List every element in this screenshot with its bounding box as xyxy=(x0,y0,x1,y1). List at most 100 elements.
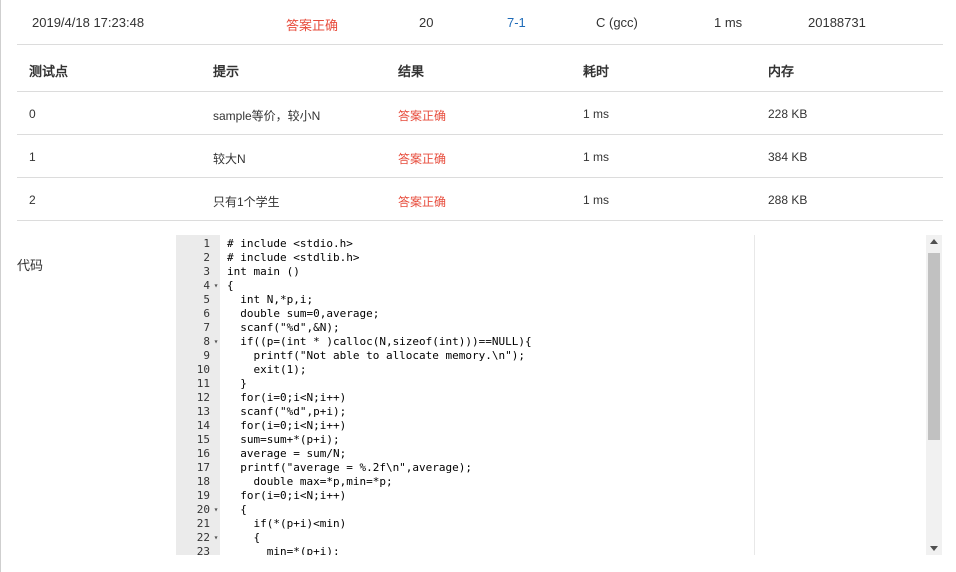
code-text: for(i=0;i<N;i++) xyxy=(227,419,347,432)
line-number: 22 xyxy=(196,531,210,544)
testcase-id: 0 xyxy=(29,107,36,121)
fold-toggle-icon[interactable]: ▾ xyxy=(212,531,220,545)
testcase-memory: 384 KB xyxy=(768,150,808,164)
user-id: 20188731 xyxy=(808,15,866,30)
divider xyxy=(17,44,943,45)
line-number: 23 xyxy=(196,545,210,555)
testcase-result: 答案正确 xyxy=(398,109,447,123)
line-number: 17 xyxy=(196,461,210,474)
code-line: 11 } xyxy=(176,377,756,391)
testcase-hint: 只有1个学生 xyxy=(213,195,280,209)
code-text: sum=sum+*(p+i); xyxy=(227,433,340,446)
line-number: 14 xyxy=(196,419,210,432)
testcase-result: 答案正确 xyxy=(398,152,447,166)
testcase-time: 1 ms xyxy=(583,150,610,164)
status-text: 答案正确 xyxy=(286,18,339,33)
line-number: 20 xyxy=(196,503,210,516)
code-text: for(i=0;i<N;i++) xyxy=(227,391,347,404)
testcase-hint: sample等价，较小N xyxy=(213,109,321,123)
score: 20 xyxy=(419,15,434,30)
testcase-memory: 288 KB xyxy=(768,193,808,207)
header-memory: 内存 xyxy=(768,64,795,79)
code-line: 14 for(i=0;i<N;i++) xyxy=(176,419,756,433)
code-text: exit(1); xyxy=(227,363,307,376)
code-line: 18 double max=*p,min=*p; xyxy=(176,475,756,489)
code-text: # include <stdlib.h> xyxy=(227,251,360,264)
fold-toggle-icon[interactable]: ▾ xyxy=(212,335,220,349)
code-line: 4 ▾ { xyxy=(176,279,756,293)
code-line: 10 exit(1); xyxy=(176,363,756,377)
line-number: 13 xyxy=(196,405,210,418)
problem-link[interactable]: 7-1 xyxy=(507,15,526,30)
divider xyxy=(17,91,943,92)
code-line: 16 average = sum/N; xyxy=(176,447,756,461)
header-result: 结果 xyxy=(398,64,425,79)
code-editor[interactable]: 1 # include <stdio.h> 2 # include <stdlib.h… xyxy=(176,235,942,555)
code-line: 6 double sum=0,average; xyxy=(176,307,756,321)
code-text: scanf("%d",p+i); xyxy=(227,405,347,418)
line-number: 21 xyxy=(196,517,210,530)
code-line: 22 ▾ { xyxy=(176,531,756,545)
code-line: 17 printf("average = %.2f\n",average); xyxy=(176,461,756,475)
code-line: 8 ▾ if((p=(int * )calloc(N,sizeof(int)))=… xyxy=(176,335,756,349)
line-number: 12 xyxy=(196,391,210,404)
line-number: 7 xyxy=(203,321,210,334)
line-number: 16 xyxy=(196,447,210,460)
code-text: if((p=(int * )calloc(N,sizeof(int)))==NU… xyxy=(227,335,532,348)
code-text: printf("average = %.2f\n",average); xyxy=(227,461,473,474)
divider xyxy=(17,220,943,221)
left-border xyxy=(0,0,1,572)
time-used: 1 ms xyxy=(714,15,743,30)
line-number: 18 xyxy=(196,475,210,488)
line-number: 19 xyxy=(196,489,210,502)
code-line: 21 if(*(p+i)<min) xyxy=(176,517,756,531)
code-line: 15 sum=sum+*(p+i); xyxy=(176,433,756,447)
submission-summary-row: 2019/4/18 17:23:48 答案正确 20 7-1 C (gcc) 1… xyxy=(0,0,956,44)
code-line: 19 for(i=0;i<N;i++) xyxy=(176,489,756,503)
code-line: 13 scanf("%d",p+i); xyxy=(176,405,756,419)
fold-toggle-icon[interactable]: ▾ xyxy=(212,279,220,293)
code-text: if(*(p+i)<min) xyxy=(227,517,347,530)
line-number: 15 xyxy=(196,433,210,446)
testcase-memory: 228 KB xyxy=(768,107,808,121)
line-number: 10 xyxy=(196,363,210,376)
code-line: 23 min=*(p+i); xyxy=(176,545,756,555)
code-line: 3 int main () xyxy=(176,265,756,279)
submit-time: 2019/4/18 17:23:48 xyxy=(32,15,145,30)
fold-toggle-icon[interactable]: ▾ xyxy=(212,503,220,517)
code-text: for(i=0;i<N;i++) xyxy=(227,489,347,502)
code-text: double sum=0,average; xyxy=(227,307,380,320)
header-hint: 提示 xyxy=(213,64,240,79)
code-line: 7 scanf("%d",&N); xyxy=(176,321,756,335)
code-line: 2 # include <stdlib.h> xyxy=(176,251,756,265)
code-line: 9 printf("Not able to allocate memory.\n… xyxy=(176,349,756,363)
scroll-down-arrow-icon[interactable] xyxy=(930,546,938,551)
divider xyxy=(17,177,943,178)
line-number: 2 xyxy=(203,251,210,264)
line-number: 3 xyxy=(203,265,210,278)
testcase-id: 1 xyxy=(29,150,36,164)
line-number: 1 xyxy=(203,237,210,250)
code-text: min=*(p+i); xyxy=(227,545,340,555)
code-label: 代码 xyxy=(17,258,44,273)
line-number: 5 xyxy=(203,293,210,306)
scroll-up-arrow-icon[interactable] xyxy=(930,239,938,244)
testcase-id: 2 xyxy=(29,193,36,207)
code-text: # include <stdio.h> xyxy=(227,237,353,250)
testcase-result: 答案正确 xyxy=(398,195,447,209)
divider xyxy=(17,134,943,135)
header-time: 耗时 xyxy=(583,64,610,79)
scroll-thumb[interactable] xyxy=(928,253,940,440)
header-testcase: 测试点 xyxy=(29,64,69,79)
testcase-time: 1 ms xyxy=(583,107,610,121)
line-number: 6 xyxy=(203,307,210,320)
code-line: 5 int N,*p,i; xyxy=(176,293,756,307)
vertical-scrollbar[interactable] xyxy=(926,235,942,555)
code-text: } xyxy=(227,377,247,390)
code-text: { xyxy=(227,279,234,292)
code-text: scanf("%d",&N); xyxy=(227,321,340,334)
code-text: int N,*p,i; xyxy=(227,293,314,306)
code-text: { xyxy=(227,503,247,516)
testcase-hint: 较大N xyxy=(213,152,246,166)
code-text: { xyxy=(227,531,261,544)
